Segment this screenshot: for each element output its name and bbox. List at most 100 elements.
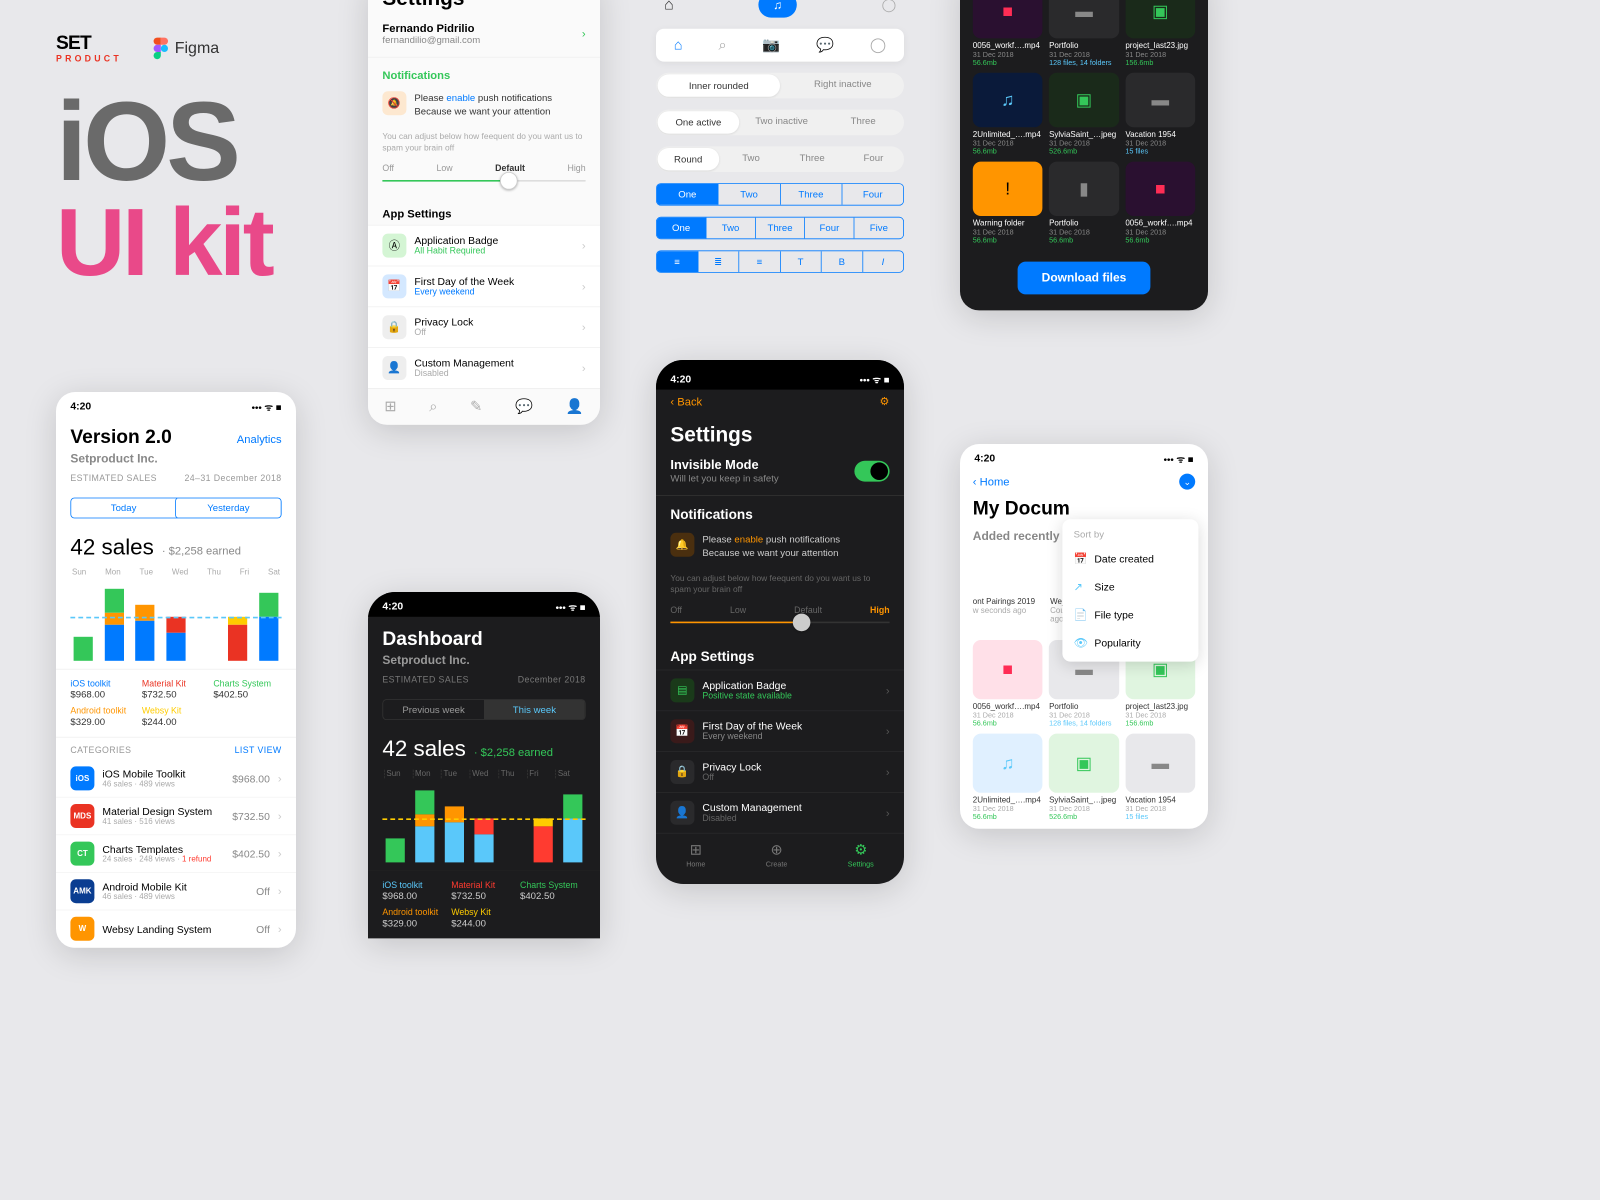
download-button[interactable]: Download files bbox=[1018, 262, 1151, 295]
file-item[interactable]: ♫ 2Unlimited_….mp4 31 Dec 2018 56.6mb bbox=[973, 734, 1043, 821]
phone-dashboard-dark: 4:20••• ᯤ ■ Dashboard Setproduct Inc. ES… bbox=[368, 592, 600, 938]
setting-row[interactable]: 👤 Custom ManagementDisabled › bbox=[368, 347, 600, 388]
setting-row[interactable]: 👤 Custom ManagementDisabled › bbox=[656, 792, 904, 833]
tab-create[interactable]: ⊕Create bbox=[766, 842, 788, 868]
phone-settings-dark: 4:20••• ᯤ ■ ‹ Back⚙ Settings Invisible M… bbox=[656, 360, 904, 884]
file-item[interactable]: ♫ 2Unlimited_….mp4 31 Dec 2018 56.6mb bbox=[973, 73, 1043, 155]
category-row[interactable]: AMK Android Mobile Kit46 sales · 489 vie… bbox=[56, 873, 296, 911]
legend-item: iOS toolkit$968.00 bbox=[70, 679, 138, 700]
file-item[interactable]: ▬ Vacation 1954 31 Dec 2018 15 files bbox=[1125, 73, 1195, 155]
ios-heading: iOS bbox=[56, 88, 272, 194]
italic-icon[interactable]: I bbox=[863, 251, 903, 272]
back-home[interactable]: ‹ Home bbox=[973, 475, 1010, 488]
home-tab-icon[interactable]: ⌂ bbox=[674, 37, 683, 54]
search-icon[interactable]: ⌕ bbox=[429, 398, 437, 415]
recent-item[interactable]: ont Pairings 2019w seconds ago bbox=[973, 598, 1041, 624]
status-bar: 4:20••• ᯤ ■ bbox=[56, 392, 296, 417]
setting-row[interactable]: 📅 First Day of the WeekEvery weekend › bbox=[368, 266, 600, 307]
back-button[interactable]: ‹ Back bbox=[670, 395, 702, 408]
toggle-switch[interactable] bbox=[854, 461, 889, 482]
dashboard-chart bbox=[382, 782, 585, 862]
user-icon[interactable]: 👤 bbox=[566, 398, 584, 415]
file-item[interactable]: ■ 0056_workf….mp4 31 Dec 2018 56.6mb bbox=[1125, 162, 1195, 244]
sort-toggle[interactable]: ⌄ bbox=[1179, 474, 1195, 490]
file-item[interactable]: ! Warning folder 31 Dec 2018 56.6mb bbox=[973, 162, 1043, 244]
setting-row[interactable]: 🔒 Privacy LockOff › bbox=[656, 751, 904, 792]
legend-item: Charts System$402.50 bbox=[213, 679, 281, 700]
enable-link[interactable]: enable bbox=[734, 534, 763, 545]
category-row[interactable]: iOS iOS Mobile Toolkit46 sales · 489 vie… bbox=[56, 760, 296, 798]
chat-tab-icon[interactable]: 💬 bbox=[816, 37, 834, 54]
bottom-tab-bar[interactable]: ⊞ ⌕ ✎ 💬 👤 bbox=[368, 388, 600, 425]
seg-round[interactable]: RoundTwoThreeFour bbox=[656, 146, 904, 172]
dashboard-title: Dashboard bbox=[382, 628, 585, 650]
setting-row[interactable]: Ⓐ Application BadgeAll Habit Required › bbox=[368, 225, 600, 266]
legend-item: Websy Kit$244.00 bbox=[142, 706, 210, 727]
sort-option[interactable]: 📄File type bbox=[1062, 601, 1198, 629]
tab-settings[interactable]: ⚙Settings bbox=[848, 842, 874, 868]
category-row[interactable]: CT Charts Templates24 sales · 248 views … bbox=[56, 835, 296, 873]
sort-option[interactable]: ↗Size bbox=[1062, 573, 1198, 601]
setting-row[interactable]: 📅 First Day of the WeekEvery weekend › bbox=[656, 710, 904, 751]
settings-title: Settings bbox=[656, 413, 904, 452]
user-icon[interactable]: ◯ bbox=[882, 0, 896, 13]
align-left-icon[interactable]: ≡ bbox=[657, 251, 698, 272]
sort-option[interactable]: 📅Date created bbox=[1062, 545, 1198, 573]
tab-home[interactable]: ⊞Home bbox=[686, 842, 705, 868]
sort-option[interactable]: 👁Popularity bbox=[1062, 629, 1198, 657]
seg-format-icons[interactable]: ≡≣≡TBI bbox=[656, 250, 904, 272]
seg-blue-5[interactable]: OneTwoThreeFourFive bbox=[656, 217, 904, 239]
analytics-link[interactable]: Analytics bbox=[237, 433, 282, 446]
segment-week[interactable]: Previous week This week bbox=[382, 699, 585, 720]
legend-item: Android toolkit$329.00 bbox=[70, 706, 138, 727]
user-tab-icon[interactable]: ◯ bbox=[870, 37, 886, 54]
segment-today-yesterday[interactable]: Today Yesterday bbox=[70, 498, 281, 519]
align-right-icon[interactable]: ≡ bbox=[739, 251, 780, 272]
text-icon[interactable]: T bbox=[780, 251, 821, 272]
seg-blue-4[interactable]: OneTwoThreeFour bbox=[656, 183, 904, 205]
seg-today[interactable]: Today bbox=[71, 498, 176, 517]
file-item[interactable]: ■ 0056_workf….mp4 31 Dec 2018 56.6mb bbox=[973, 0, 1043, 66]
file-item[interactable]: ▬ Vacation 1954 31 Dec 2018 15 files bbox=[1125, 734, 1195, 821]
sales-count: 42 sales bbox=[70, 534, 153, 560]
chat-icon[interactable]: 💬 bbox=[515, 398, 533, 415]
camera-tab-icon[interactable]: 📷 bbox=[762, 37, 780, 54]
tab-bar[interactable]: ⌂ ⌕ 📷 💬 ◯ bbox=[656, 29, 904, 62]
file-item[interactable]: ▣ SylviaSaint_…jpeg 31 Dec 2018 526.6mb bbox=[1049, 734, 1119, 821]
file-item[interactable]: ▣ SylviaSaint_…jpeg 31 Dec 2018 526.6mb bbox=[1049, 73, 1119, 155]
setting-row[interactable]: ▤ Application BadgePositive state availa… bbox=[656, 670, 904, 711]
phone-files-dark: ■ 0056_workf….mp4 31 Dec 2018 56.6mb ▬ P… bbox=[960, 0, 1208, 310]
sort-dropdown[interactable]: Sort by 📅Date created↗Size📄File type👁Pop… bbox=[1062, 519, 1198, 661]
list-view-link[interactable]: LIST VIEW bbox=[235, 746, 282, 756]
frequency-slider[interactable] bbox=[382, 180, 585, 182]
gear-icon[interactable]: ⚙ bbox=[880, 394, 890, 408]
phone-version-light: 4:20••• ᯤ ■ Version 2.0Analytics Setprod… bbox=[56, 392, 296, 948]
file-item[interactable]: ▮ Portfolio 31 Dec 2018 56.6mb bbox=[1049, 162, 1119, 244]
sales-chart bbox=[70, 581, 281, 661]
grid-icon[interactable]: ⊞ bbox=[384, 398, 396, 415]
legend-item: Charts System$402.50 bbox=[520, 881, 586, 902]
category-row[interactable]: MDS Material Design System41 sales · 516… bbox=[56, 798, 296, 836]
file-item[interactable]: ■ 0056_workf….mp4 31 Dec 2018 56.6mb bbox=[973, 640, 1043, 727]
seg-yesterday[interactable]: Yesterday bbox=[175, 498, 281, 519]
search-tab-icon[interactable]: ⌕ bbox=[718, 37, 726, 54]
legend-item: Android toolkit$329.00 bbox=[382, 908, 448, 929]
profile-row[interactable]: Fernando Pidriliofernandilio@gmail.com › bbox=[368, 15, 600, 57]
enable-link[interactable]: enable bbox=[446, 92, 475, 103]
file-item[interactable]: ▬ Portfolio 31 Dec 2018 128 files, 14 fo… bbox=[1049, 0, 1119, 66]
edit-icon[interactable]: ✎ bbox=[470, 398, 482, 415]
frequency-slider[interactable] bbox=[670, 622, 889, 624]
setting-row[interactable]: 🔒 Privacy LockOff › bbox=[368, 306, 600, 347]
invisible-mode-row[interactable]: Invisible ModeWill let you keep in safet… bbox=[656, 452, 904, 496]
bold-icon[interactable]: B bbox=[822, 251, 863, 272]
settings-title: Settings bbox=[368, 0, 600, 15]
file-item[interactable]: ▣ project_last23.jpg 31 Dec 2018 156.6mb bbox=[1125, 0, 1195, 66]
home-icon[interactable]: ⌂ bbox=[664, 0, 674, 14]
seg-inner-rounded[interactable]: Inner roundedRight inactive bbox=[656, 73, 904, 99]
category-row[interactable]: W Websy Landing System Off› bbox=[56, 910, 296, 948]
uikit-heading: UI kit bbox=[56, 194, 272, 290]
bell-icon: 🔕 bbox=[382, 91, 406, 115]
align-center-icon[interactable]: ≣ bbox=[698, 251, 739, 272]
seg-one-active[interactable]: One activeTwo inactiveThree bbox=[656, 110, 904, 136]
music-fab[interactable]: ♫ bbox=[758, 0, 796, 18]
